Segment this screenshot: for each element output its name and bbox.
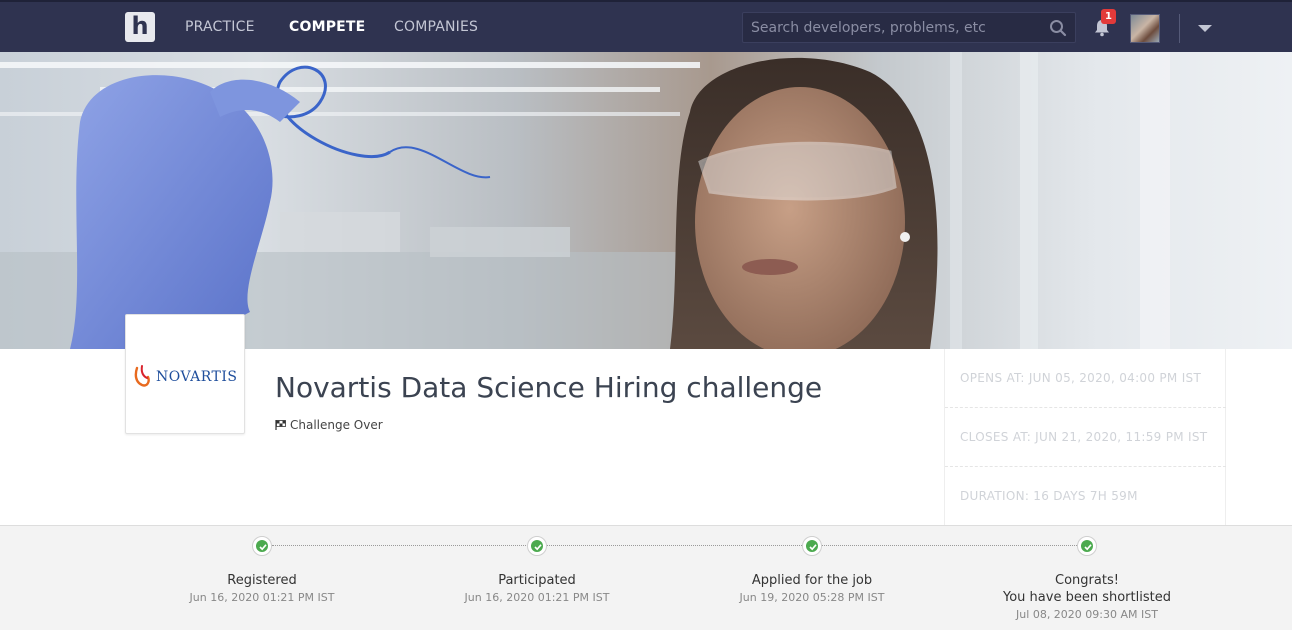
step-label: Registered (227, 573, 297, 588)
company-logo-card[interactable]: NOVARTIS (125, 314, 245, 434)
step-label: Congrats! (1055, 573, 1119, 588)
search-box (742, 12, 1076, 43)
step-date: Jun 16, 2020 01:21 PM IST (464, 591, 610, 604)
challenge-info-panel: OPENS AT: JUN 05, 2020, 04:00 PM IST CLO… (944, 349, 1226, 525)
progress-timeline: Registered Jun 16, 2020 01:21 PM IST Par… (0, 525, 1292, 630)
closes-at: CLOSES AT: JUN 21, 2020, 11:59 PM IST (945, 408, 1226, 467)
hero-illustration (0, 52, 1170, 349)
search-input[interactable] (743, 13, 1043, 42)
timeline-connector (547, 545, 802, 546)
step-date: Jun 16, 2020 01:21 PM IST (189, 591, 335, 604)
hackerearth-logo[interactable]: h (125, 12, 155, 42)
novartis-flame-icon (134, 365, 150, 387)
company-name: NOVARTIS (156, 369, 238, 385)
nav-practice[interactable]: PRACTICE (185, 19, 255, 35)
duration: DURATION: 16 DAYS 7H 59M (960, 489, 1138, 503)
challenge-title: Novartis Data Science Hiring challenge (275, 371, 823, 404)
timeline-step-applied: Applied for the job Jun 19, 2020 05:28 P… (692, 572, 932, 605)
nav-companies[interactable]: COMPANIES (394, 19, 478, 35)
step-date: Jul 08, 2020 09:30 AM IST (1016, 608, 1158, 621)
check-icon (802, 536, 822, 556)
step-date: Jun 19, 2020 05:28 PM IST (739, 591, 885, 604)
chevron-down-icon[interactable] (1198, 25, 1212, 32)
timeline-connector (822, 545, 1077, 546)
logo-letter: h (131, 12, 149, 40)
check-icon (252, 536, 272, 556)
timeline-step-shortlisted: Congrats! You have been shortlisted Jul … (967, 572, 1207, 622)
top-navbar: h PRACTICE COMPETE COMPANIES 1 (0, 0, 1292, 52)
timeline-step-registered: Registered Jun 16, 2020 01:21 PM IST (142, 572, 382, 605)
notification-badge[interactable]: 1 (1101, 9, 1116, 24)
timeline-step-participated: Participated Jun 16, 2020 01:21 PM IST (417, 572, 657, 605)
check-icon (527, 536, 547, 556)
challenge-status-text: Challenge Over (290, 418, 383, 432)
timeline-connector (272, 545, 526, 546)
hero-banner-image (0, 52, 1292, 349)
nav-compete[interactable]: COMPETE (289, 19, 365, 35)
step-sublabel: You have been shortlisted (1003, 590, 1171, 605)
step-label: Participated (498, 573, 576, 588)
search-icon[interactable] (1049, 19, 1067, 37)
step-label: Applied for the job (751, 573, 873, 588)
challenge-status: Challenge Over (275, 418, 383, 432)
opens-at: OPENS AT: JUN 05, 2020, 04:00 PM IST (945, 349, 1226, 408)
check-icon (1077, 536, 1097, 556)
navbar-divider (1179, 14, 1180, 43)
avatar[interactable] (1130, 14, 1160, 43)
checkered-flag-icon (275, 420, 286, 430)
